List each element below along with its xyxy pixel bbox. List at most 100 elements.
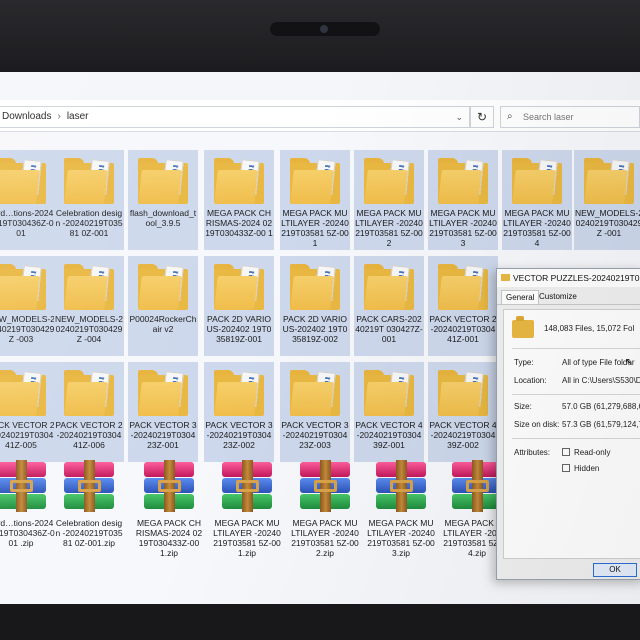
archive-label: MEGA PACK CHRISMAS-2024 0219T030433Z-00 … (135, 518, 203, 558)
folder-item[interactable]: PACK VECTOR 3-20240219T0304 23Z-002 (204, 362, 274, 462)
folder-item[interactable]: MEGA PACK MULTILAYER -20240219T03581 5Z-… (280, 150, 350, 250)
ok-button[interactable]: OK (593, 563, 637, 577)
folder-icon (438, 370, 488, 416)
laptop-bezel-bottom (0, 604, 640, 640)
folder-label: PACK VECTOR 3-20240219T0304 23Z-002 (205, 420, 273, 450)
folder-label: card…tions-20240219T030436Z-001 (0, 208, 54, 238)
folder-item[interactable]: NEW_MODELS-2 0240219T030429Z -004 (54, 256, 124, 356)
dialog-title: VECTOR PUZZLES-20240219T030421Z (513, 273, 640, 283)
webcam (270, 22, 380, 36)
folder-label: NEW_MODELS-2 0240219T030429Z -001 (575, 208, 640, 238)
folder-label: MEGA PACK MULTILAYER -20240219T03581 5Z-… (503, 208, 571, 248)
size-on-disk-row: Size on disk: 57.3 GB (61,579,124,7 (514, 420, 640, 429)
folder-item[interactable]: PACK VECTOR 2-20240219T0304 41Z-006 (54, 362, 124, 462)
folder-item[interactable]: PACK VECTOR 2-20240219T0304 41Z-005 (0, 362, 56, 462)
folder-label: P00024RockerChair v2 (129, 314, 197, 334)
folder-label: PACK 2D VARIOUS-202402 19T035819Z-001 (206, 314, 272, 344)
folder-item[interactable]: NEW_MODELS-2 0240219T030429Z -003 (0, 256, 56, 356)
size-on-disk-value: 57.3 GB (61,579,124,7 (562, 420, 640, 429)
archive-label: card…tions-20240 219T030436Z-001 .zip (0, 518, 55, 548)
archive-label: MEGA PACK MULTILAYER -20240219T03581 5Z-… (291, 518, 359, 558)
contents-value: 148,083 Files, 15,072 Fol (544, 324, 635, 333)
folder-label: Celebration design -20240219T03581 0Z-00… (55, 208, 123, 238)
hidden-checkbox[interactable] (562, 464, 570, 472)
archive-item[interactable]: MEGA PACK CHRISMAS-2024 0219T030433Z-00 … (134, 458, 204, 578)
folder-icon (584, 158, 634, 204)
archive-item[interactable]: MEGA PACK MULTILAYER -20240219T03581 5Z-… (212, 458, 282, 578)
folder-icon (290, 264, 340, 310)
size-value: 57.0 GB (61,279,688,6 (562, 402, 640, 411)
tab-general[interactable]: General (501, 290, 540, 304)
search-input[interactable]: ⌕ Search laser (500, 106, 640, 128)
folder-item[interactable]: P00024RockerChair v2 (128, 256, 198, 356)
folder-label: MEGA PACK MULTILAYER -20240219T03581 5Z-… (429, 208, 497, 248)
folder-label: NEW_MODELS-2 0240219T030429Z -004 (55, 314, 124, 344)
breadcrumb-separator-icon: › (57, 111, 61, 122)
folder-icon (290, 158, 340, 204)
read-only-checkbox[interactable] (562, 448, 570, 456)
folder-item[interactable]: PACK VECTOR 4-20240219T0304 39Z-002 (428, 362, 498, 462)
folder-icon (501, 274, 510, 281)
search-icon: ⌕ (507, 111, 513, 122)
folder-label: PACK CARS-20240219T 030427Z-001 (355, 314, 423, 344)
archive-item[interactable]: Celebration design -20240219T03581 0Z-00… (54, 458, 124, 578)
properties-dialog: VECTOR PUZZLES-20240219T030421Z General … (496, 268, 640, 580)
folder-icon (0, 158, 46, 204)
archive-item[interactable]: card…tions-20240 219T030436Z-001 .zip (0, 458, 56, 578)
divider (512, 394, 640, 395)
archive-label: MEGA PACK MULTILAYER -20240219T03581 5Z-… (213, 518, 281, 558)
folder-item[interactable]: NEW_MODELS-2 0240219T030429Z -001 (574, 150, 640, 250)
archive-label: Celebration design -20240219T03581 0Z-00… (55, 518, 123, 548)
laptop-screen: Downloads › laser ⌄ ↻ ⌕ Search laser card…… (0, 72, 640, 604)
folder-label: PACK VECTOR 4-20240219T0304 39Z-002 (429, 420, 497, 450)
dialog-title-bar[interactable]: VECTOR PUZZLES-20240219T030421Z (497, 269, 640, 287)
archive-label: MEGA PACK MULTILAYER -20240219T03581 5Z-… (367, 518, 435, 558)
folder-item[interactable]: MEGA PACK CHRISMAS-2024 0219T030433Z-00 … (204, 150, 274, 250)
folder-icon (0, 370, 46, 416)
folder-item[interactable]: PACK CARS-20240219T 030427Z-001 (354, 256, 424, 356)
refresh-icon: ↻ (476, 110, 488, 124)
folder-item[interactable]: PACK VECTOR 3-20240219T0304 23Z-001 (128, 362, 198, 462)
laptop-bezel-top (0, 0, 640, 72)
folder-icon (214, 264, 264, 310)
folder-icon (138, 370, 188, 416)
address-bar: Downloads › laser ⌄ ↻ ⌕ Search laser (0, 100, 640, 132)
winrar-archive-icon (0, 460, 48, 512)
attributes-label: Attributes: (514, 448, 551, 457)
folder-item[interactable]: PACK VECTOR 3-20240219T0304 23Z-003 (280, 362, 350, 462)
archive-item[interactable]: MEGA PACK MULTILAYER -20240219T03581 5Z-… (366, 458, 436, 578)
location-label: Location: (514, 376, 547, 385)
tab-customize[interactable]: Customize (535, 290, 581, 303)
folder-item[interactable]: PACK 2D VARIOUS-202402 19T035819Z-001 (204, 256, 274, 356)
folder-item[interactable]: Celebration design -20240219T03581 0Z-00… (54, 150, 124, 250)
winrar-archive-icon (62, 460, 116, 512)
breadcrumb-laser[interactable]: laser (67, 111, 89, 122)
folder-item[interactable]: PACK VECTOR 4-20240219T0304 39Z-001 (354, 362, 424, 462)
size-on-disk-label: Size on disk: (514, 420, 560, 429)
location-row: Location: All in C:\Users\S530\Dow (514, 376, 640, 385)
folder-item[interactable]: PACK 2D VARIOUS-202402 19T035819Z-002 (280, 256, 350, 356)
archive-item[interactable]: MEGA PACK MULTILAYER -20240219T03581 5Z-… (290, 458, 360, 578)
folder-label: PACK VECTOR 4-20240219T0304 39Z-001 (355, 420, 423, 450)
winrar-archive-icon (298, 460, 352, 512)
folder-icon (512, 158, 562, 204)
chevron-down-icon[interactable]: ⌄ (455, 107, 463, 127)
folder-icon (64, 264, 114, 310)
search-placeholder: Search laser (523, 112, 574, 122)
folder-icon (512, 316, 534, 338)
hidden-label: Hidden (574, 464, 600, 473)
folder-item[interactable]: MEGA PACK MULTILAYER -20240219T03581 5Z-… (428, 150, 498, 250)
folder-item[interactable]: MEGA PACK MULTILAYER -20240219T03581 5Z-… (502, 150, 572, 250)
folder-item[interactable]: flash_download_tool_3.9.5 (128, 150, 198, 250)
folder-item[interactable]: MEGA PACK MULTILAYER -20240219T03581 5Z-… (354, 150, 424, 250)
folder-item[interactable]: card…tions-20240219T030436Z-001 (0, 150, 56, 250)
breadcrumb[interactable]: Downloads › laser ⌄ (0, 106, 470, 128)
folder-icon (0, 264, 46, 310)
divider (512, 438, 640, 439)
folder-icon (364, 370, 414, 416)
folder-label: PACK 2D VARIOUS-202402 19T035819Z-002 (282, 314, 348, 344)
winrar-archive-icon (142, 460, 196, 512)
breadcrumb-downloads[interactable]: Downloads (2, 111, 51, 122)
folder-item[interactable]: PACK VECTOR 2-20240219T0304 41Z-001 (428, 256, 498, 356)
refresh-button[interactable]: ↻ (470, 106, 494, 128)
